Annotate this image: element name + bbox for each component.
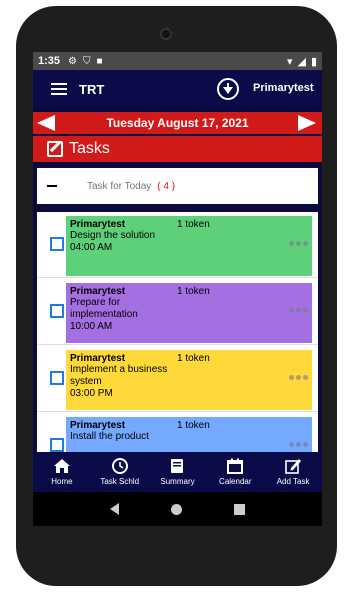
app-screen: 1:35 ⚙ ⛉ ■ ▾ ◢ ▮ TRT Primarytest Tuesday… bbox=[33, 52, 322, 526]
more-options-icon[interactable] bbox=[289, 241, 308, 246]
menu-icon[interactable] bbox=[51, 83, 67, 95]
list-item[interactable]: Primarytest 1 token Implement a business… bbox=[37, 346, 318, 412]
nav-home[interactable]: Home bbox=[33, 452, 91, 492]
task-tokens: 1 token bbox=[177, 353, 210, 364]
signal-icon: ◢ bbox=[297, 55, 306, 68]
tasks-header: Tasks bbox=[33, 136, 322, 162]
nav-calendar[interactable]: Calendar bbox=[206, 452, 264, 492]
settings-status-icon: ⚙ bbox=[68, 55, 77, 67]
username-label[interactable]: Primarytest bbox=[253, 82, 314, 94]
status-bar: 1:35 ⚙ ⛉ ■ ▾ ◢ ▮ bbox=[33, 52, 322, 70]
nav-label: Calendar bbox=[219, 477, 252, 486]
front-camera bbox=[160, 28, 172, 40]
battery-icon: ▮ bbox=[310, 55, 317, 68]
clock-icon bbox=[111, 458, 129, 474]
task-card[interactable]: Primarytest 1 token Install the product bbox=[66, 417, 312, 452]
download-icon[interactable] bbox=[217, 78, 239, 100]
task-checkbox[interactable] bbox=[50, 237, 64, 251]
system-navigation bbox=[33, 492, 322, 526]
recents-icon[interactable] bbox=[234, 503, 245, 515]
app-bar: TRT Primarytest bbox=[33, 70, 322, 108]
home-icon bbox=[53, 458, 71, 474]
task-list: Primarytest 1 token Design the solution … bbox=[37, 212, 318, 452]
task-time: 04:00 AM bbox=[70, 242, 113, 253]
task-tokens: 1 token bbox=[177, 420, 210, 431]
home-button-icon[interactable] bbox=[171, 503, 182, 515]
calendar-icon bbox=[226, 458, 244, 474]
shield-status-icon: ⛉ bbox=[83, 55, 91, 67]
task-checkbox[interactable] bbox=[50, 304, 64, 318]
nav-add-task[interactable]: Add Task bbox=[264, 452, 322, 492]
more-options-icon[interactable] bbox=[289, 442, 308, 447]
task-tokens: 1 token bbox=[177, 286, 210, 297]
collapse-icon[interactable] bbox=[47, 185, 57, 187]
task-description: Implement a business system bbox=[70, 364, 168, 387]
bottom-navigation: Home Task Schld Summary Calendar Add Tas… bbox=[33, 452, 322, 492]
task-card[interactable]: Primarytest 1 token Design the solution … bbox=[66, 216, 312, 276]
task-description: Design the solution bbox=[70, 230, 156, 241]
app-title: TRT bbox=[79, 81, 105, 97]
nav-label: Add Task bbox=[276, 477, 310, 486]
next-day-icon[interactable] bbox=[298, 115, 316, 131]
today-group-header[interactable]: Task for Today ( 4 ) bbox=[37, 168, 318, 204]
task-card[interactable]: Primarytest 1 token Prepare for implemen… bbox=[66, 283, 312, 343]
nav-label: Task Schld bbox=[100, 477, 140, 486]
book-icon bbox=[168, 458, 186, 474]
task-description: Install the product bbox=[70, 431, 149, 442]
nav-task-schedule[interactable]: Task Schld bbox=[91, 452, 149, 492]
notification-status-icon: ■ bbox=[96, 55, 103, 67]
task-tokens: 1 token bbox=[177, 219, 210, 230]
edit-icon bbox=[284, 458, 302, 474]
tasks-heading: Tasks bbox=[69, 140, 110, 157]
task-time: 03:00 PM bbox=[70, 388, 113, 399]
list-item[interactable]: Primarytest 1 token Install the product bbox=[37, 413, 318, 452]
nav-label: Home bbox=[51, 477, 73, 486]
edit-icon bbox=[47, 141, 63, 157]
task-card[interactable]: Primarytest 1 token Implement a business… bbox=[66, 350, 312, 410]
list-item[interactable]: Primarytest 1 token Design the solution … bbox=[37, 212, 318, 278]
previous-day-icon[interactable] bbox=[37, 115, 55, 131]
today-count: ( 4 ) bbox=[157, 180, 176, 192]
task-time: 10:00 AM bbox=[70, 321, 113, 332]
task-checkbox[interactable] bbox=[50, 438, 64, 452]
status-time: 1:35 bbox=[38, 55, 61, 67]
more-options-icon[interactable] bbox=[289, 308, 308, 313]
date-label: Tuesday August 17, 2021 bbox=[106, 116, 249, 130]
wifi-icon: ▾ bbox=[286, 55, 293, 68]
date-bar: Tuesday August 17, 2021 bbox=[33, 112, 322, 134]
more-options-icon[interactable] bbox=[289, 375, 308, 380]
list-item[interactable]: Primarytest 1 token Prepare for implemen… bbox=[37, 279, 318, 345]
nav-label: Summary bbox=[160, 477, 195, 486]
today-label: Task for Today bbox=[87, 180, 152, 192]
nav-summary[interactable]: Summary bbox=[149, 452, 207, 492]
task-checkbox[interactable] bbox=[50, 371, 64, 385]
back-icon[interactable] bbox=[110, 503, 119, 515]
task-description: Prepare for implementation bbox=[70, 297, 138, 320]
